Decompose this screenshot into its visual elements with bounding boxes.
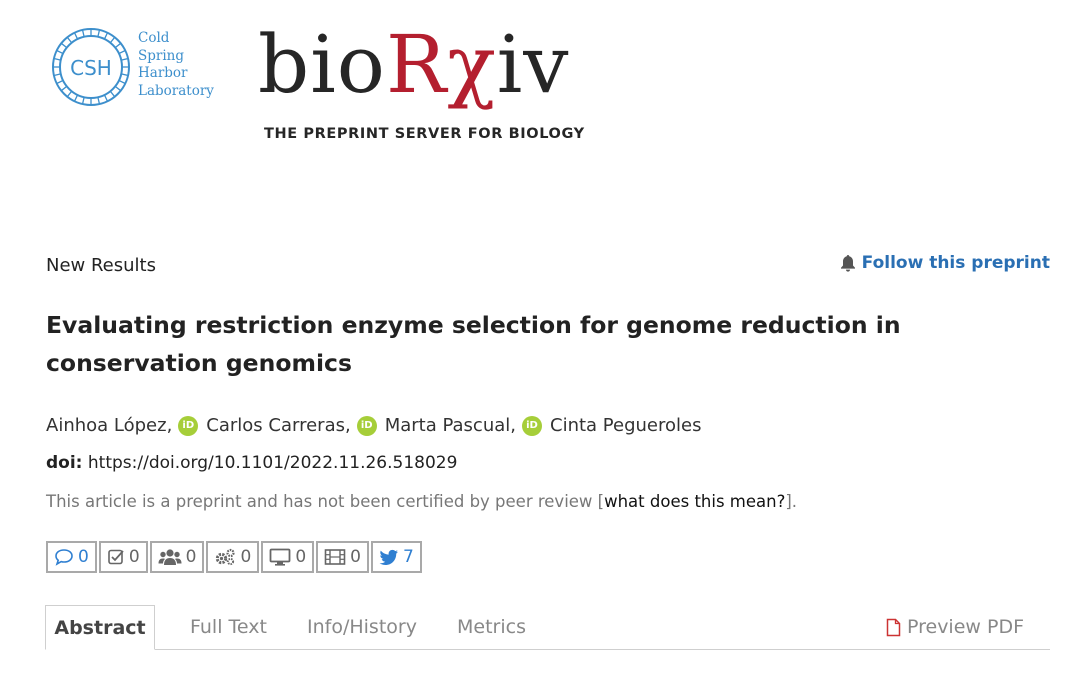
helix-rung	[114, 42, 122, 49]
transparent-review-counter[interactable]: 0	[206, 541, 260, 573]
bell-icon	[840, 255, 855, 272]
helix-rung	[53, 57, 61, 61]
csh-line: Spring	[138, 47, 184, 64]
helix-rung	[121, 73, 129, 77]
tab-abstract[interactable]: Abstract	[45, 605, 155, 650]
helix-rung	[121, 57, 129, 61]
blogs-counter[interactable]: 0	[261, 541, 315, 573]
helix-rung	[118, 49, 126, 55]
metric-counters: 0 0 0 0 0 0 7	[46, 541, 422, 573]
article-title: Evaluating restriction enzyme selection …	[46, 311, 901, 377]
helix-rung	[81, 29, 85, 37]
film-icon	[324, 549, 346, 565]
videos-counter[interactable]: 0	[316, 541, 369, 573]
helix-rung	[103, 94, 109, 102]
blogs-count: 0	[295, 547, 307, 567]
reviews-count: 0	[128, 547, 140, 567]
helix-rung	[118, 79, 126, 85]
checklist-icon	[108, 549, 124, 565]
helix-rung	[73, 94, 79, 102]
logo-iv: iv	[496, 18, 570, 111]
article-type: New Results	[46, 255, 156, 276]
tab-info-history[interactable]: Info/History	[307, 605, 417, 649]
helix-rung	[53, 73, 61, 77]
csh-line: Laboratory	[138, 82, 214, 99]
helix-rung	[81, 97, 85, 105]
logo-bio: bio	[258, 18, 386, 111]
comment-icon	[55, 549, 73, 566]
comments-counter[interactable]: 0	[46, 541, 97, 573]
helix-rung	[114, 85, 122, 92]
helix-rung	[109, 90, 116, 98]
helix-rung	[60, 42, 68, 49]
helix-rung	[66, 90, 73, 98]
doi-label: doi:	[46, 453, 83, 473]
helix-rung	[56, 49, 64, 55]
csh-logo[interactable]: CSH Cold Spring Harbor Laboratory	[48, 24, 220, 110]
csh-line: Harbor	[138, 65, 188, 81]
twitter-icon	[379, 549, 398, 565]
author-name[interactable]: Ainhoa López,	[46, 415, 172, 436]
follow-label: Follow this preprint	[861, 253, 1050, 273]
orcid-icon[interactable]: iD	[522, 415, 542, 436]
preview-pdf-label: Preview PDF	[906, 616, 1024, 638]
helix-rung	[103, 32, 109, 40]
biorxiv-wordmark: bioRχiv	[258, 20, 569, 110]
monitor-icon	[269, 548, 291, 566]
users-icon	[158, 549, 182, 565]
tab-metrics[interactable]: Metrics	[457, 605, 526, 649]
peer-review-notice: This article is a preprint and has not b…	[46, 492, 797, 511]
tweets-count: 7	[402, 547, 414, 567]
logo-rx: Rχ	[385, 18, 497, 111]
pdf-file-icon	[886, 618, 901, 636]
biorxiv-tagline: THE PREPRINT SERVER FOR BIOLOGY	[264, 126, 585, 142]
tweets-counter[interactable]: 7	[370, 541, 422, 573]
videos-count: 0	[350, 547, 361, 567]
follow-preprint-link[interactable]: Follow this preprint	[840, 253, 1050, 273]
orcid-icon[interactable]: iD	[178, 415, 199, 436]
helix-rung	[60, 85, 68, 92]
what-does-this-mean-link[interactable]: what does this mean?	[604, 492, 785, 511]
community-count: 0	[185, 547, 197, 567]
peer-note-prefix: This article is a preprint and has not b…	[46, 492, 605, 511]
comments-count: 0	[78, 547, 89, 567]
csh-line: Cold	[138, 30, 170, 46]
transparent-review-count: 0	[240, 547, 252, 567]
article-tabs: Abstract Full Text Info/History Metrics …	[45, 605, 1050, 650]
community-counter[interactable]: 0	[149, 541, 205, 573]
author-list: Ainhoa López, iD Carlos Carreras, iD Mar…	[46, 415, 701, 436]
doi-line: doi: https://doi.org/10.1101/2022.11.26.…	[46, 453, 457, 473]
reviews-counter[interactable]: 0	[98, 541, 148, 573]
tab-full-text[interactable]: Full Text	[190, 605, 267, 649]
helix-rung	[56, 79, 64, 85]
svg-text:CSH: CSH	[70, 56, 112, 80]
preview-pdf-link[interactable]: Preview PDF	[886, 605, 1024, 649]
helix-rung	[73, 32, 79, 40]
csh-helix-ring-icon: CSH	[52, 28, 130, 106]
csh-wordmark: Cold Spring Harbor Laboratory	[138, 30, 214, 100]
helix-rung	[66, 36, 73, 44]
author-name[interactable]: Cinta Pegueroles	[550, 415, 701, 436]
helix-rung	[97, 29, 101, 37]
author-name[interactable]: Marta Pascual,	[385, 415, 516, 436]
peer-note-suffix: ].	[785, 492, 798, 511]
doi-link[interactable]: https://doi.org/10.1101/2022.11.26.51802…	[88, 453, 458, 473]
gears-icon	[216, 548, 236, 566]
orcid-icon[interactable]: iD	[356, 415, 377, 436]
helix-rung	[97, 97, 101, 105]
helix-rung	[109, 36, 116, 44]
author-name[interactable]: Carlos Carreras,	[206, 415, 350, 436]
biorxiv-logo[interactable]: bioRχiv THE PREPRINT SERVER FOR BIOLOGY	[258, 20, 588, 150]
